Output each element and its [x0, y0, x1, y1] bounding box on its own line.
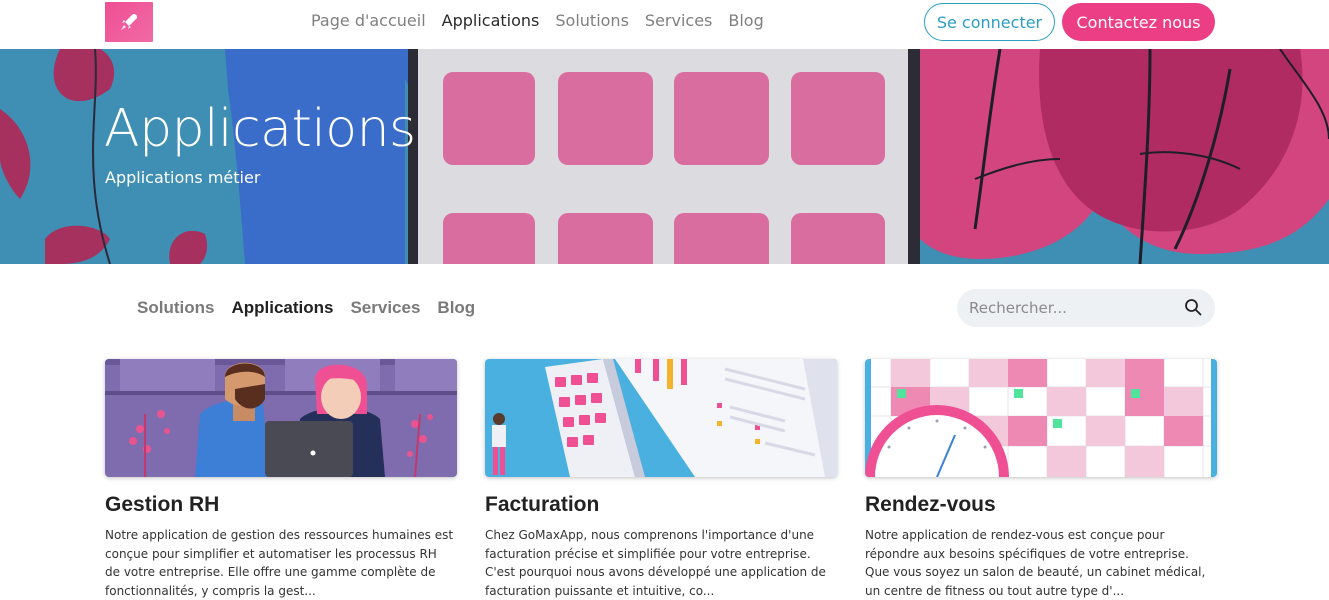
hero-banner: Applications Applications métier: [0, 49, 1329, 264]
nav-link-solutions[interactable]: Solutions: [555, 11, 629, 31]
hero-subtitle: Applications métier: [105, 168, 261, 187]
gestion-rh-image[interactable]: [105, 359, 457, 477]
app-card-gestion-rh[interactable]: Gestion RH Notre application de gestion …: [105, 359, 457, 600]
subnav-link-services[interactable]: Services: [350, 297, 420, 319]
subnav-link-blog[interactable]: Blog: [437, 297, 475, 319]
card-description: Notre application de rendez-vous est con…: [865, 528, 1206, 598]
nav-link-applications[interactable]: Applications: [442, 11, 540, 31]
main-nav: Page d'accueil Applications Solutions Se…: [311, 11, 780, 31]
card-title[interactable]: Facturation: [485, 493, 837, 517]
nav-link-services[interactable]: Services: [645, 11, 712, 31]
hero-title: Applications: [104, 99, 416, 159]
rendez-vous-image[interactable]: [865, 359, 1217, 477]
subnav-link-applications[interactable]: Applications: [231, 297, 333, 319]
login-button[interactable]: Se connecter: [924, 3, 1055, 41]
rocket-icon: [121, 14, 137, 30]
nav-link-blog[interactable]: Blog: [728, 11, 763, 31]
contact-button[interactable]: Contactez nous: [1062, 3, 1215, 41]
app-card-rendez-vous[interactable]: Rendez-vous Notre application de rendez-…: [865, 359, 1217, 600]
card-title[interactable]: Rendez-vous: [865, 493, 1217, 517]
facturation-image[interactable]: [485, 359, 837, 477]
search-box: [957, 289, 1215, 327]
rendez-vous-illustration: [865, 359, 1217, 477]
top-navbar: Page d'accueil Applications Solutions Se…: [0, 0, 1329, 49]
card-description: Notre application de gestion des ressour…: [105, 528, 454, 598]
gestion-rh-illustration: [105, 359, 457, 477]
facturation-illustration: [485, 359, 837, 477]
card-title[interactable]: Gestion RH: [105, 493, 457, 517]
nav-link-home[interactable]: Page d'accueil: [311, 11, 426, 31]
search-input[interactable]: [957, 289, 1177, 327]
category-nav: Solutions Applications Services Blog: [137, 297, 492, 319]
search-icon[interactable]: [1184, 298, 1203, 317]
card-description: Chez GoMaxApp, nous comprenons l'importa…: [485, 528, 826, 598]
subnav-link-solutions[interactable]: Solutions: [137, 297, 214, 319]
site-logo[interactable]: [105, 2, 153, 42]
app-card-facturation[interactable]: Facturation Chez GoMaxApp, nous compreno…: [485, 359, 837, 600]
